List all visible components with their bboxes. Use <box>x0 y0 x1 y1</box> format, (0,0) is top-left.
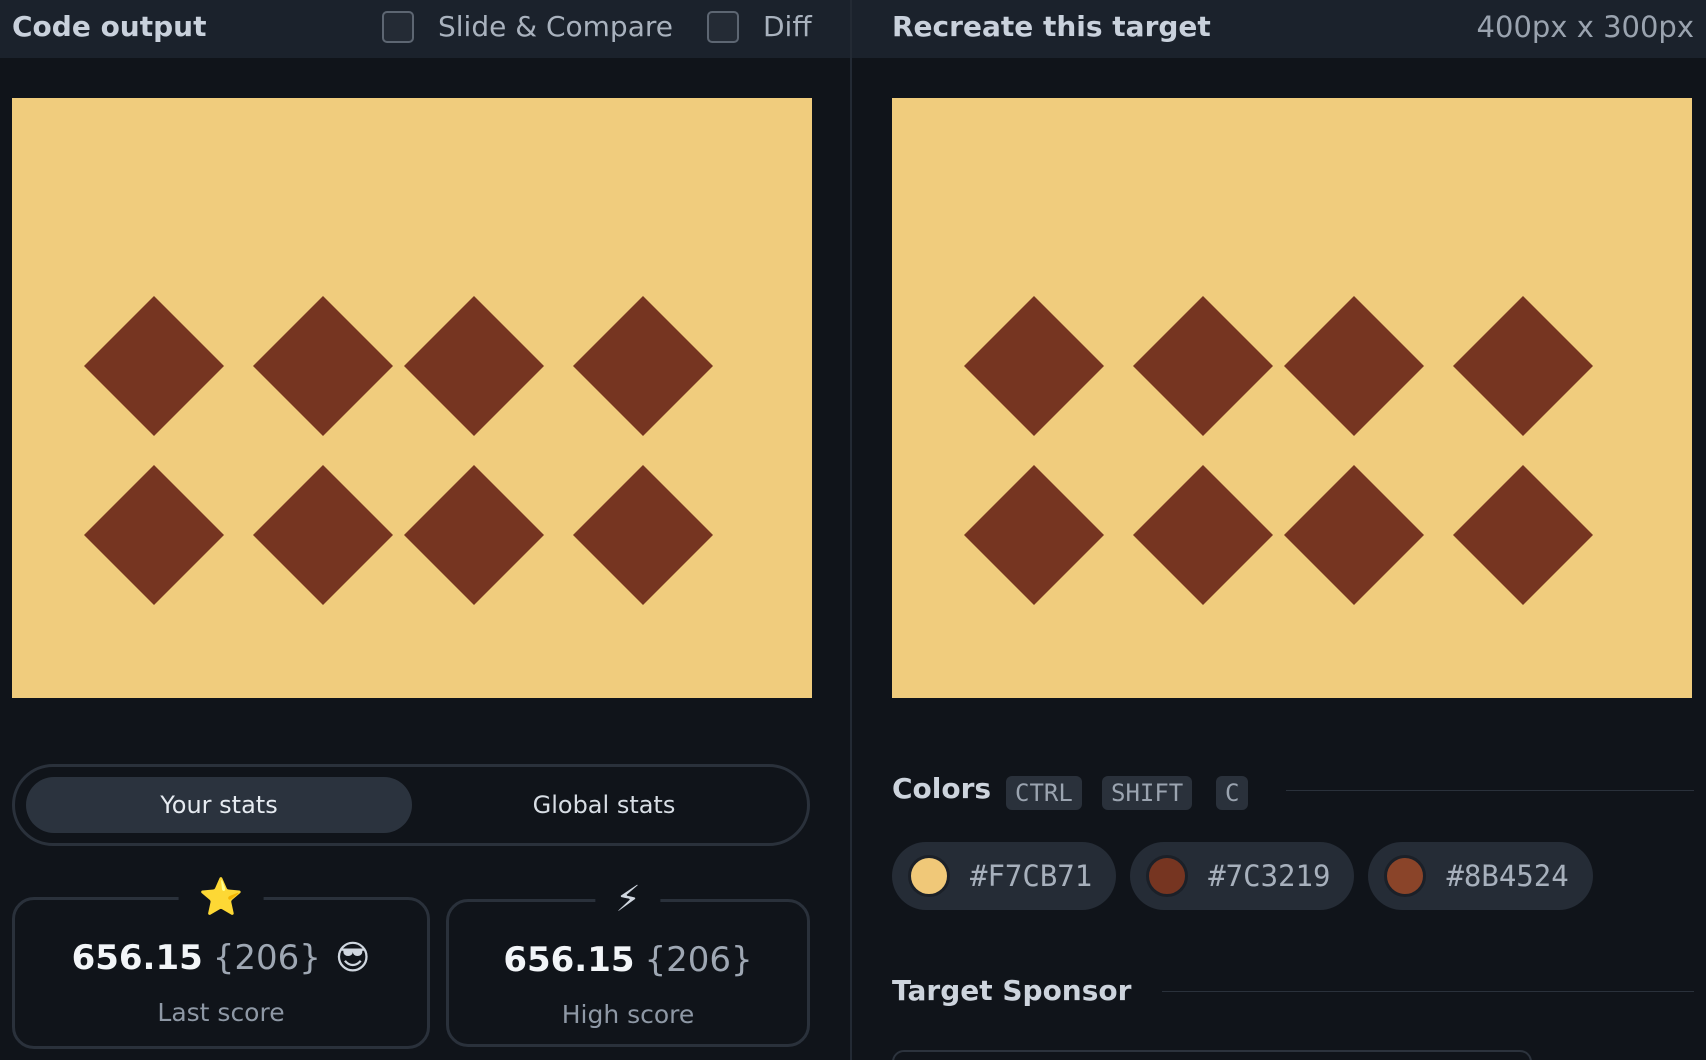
high-score-line: 656.15 {206} <box>449 940 807 980</box>
target-canvas[interactable] <box>892 98 1692 698</box>
tab-global-stats[interactable]: Global stats <box>411 777 797 833</box>
colors-title: Colors <box>892 772 992 805</box>
lightning-icon: ⚡ <box>595 872 661 928</box>
color-swatch[interactable]: #7C3219 <box>1130 842 1355 910</box>
high-score-card: ⚡ 656.15 {206} High score <box>446 872 810 1047</box>
code-output-title: Code output <box>12 10 207 43</box>
last-score-count: {206} <box>212 938 321 978</box>
kbd-shift: SHIFT <box>1102 776 1193 810</box>
diff-label[interactable]: Diff <box>763 10 812 43</box>
color-swatches: #F7CB71 #7C3219 #8B4524 <box>892 842 1593 910</box>
target-dimensions: 400px x 300px <box>1476 10 1694 44</box>
code-output-header: Code output Slide & Compare Diff <box>0 0 850 58</box>
stats-toggle: Your stats Global stats <box>12 764 810 846</box>
tab-your-stats[interactable]: Your stats <box>26 777 412 833</box>
sponsor-card[interactable] <box>892 1050 1532 1060</box>
color-dot <box>1384 855 1427 897</box>
slide-compare-label[interactable]: Slide & Compare <box>438 10 673 43</box>
color-hex[interactable]: #F7CB71 <box>970 859 1092 893</box>
target-header: Recreate this target 400px x 300px <box>852 0 1706 58</box>
code-output-panel: Code output Slide & Compare Diff Your st… <box>0 0 850 1060</box>
kbd-ctrl: CTRL <box>1006 776 1082 810</box>
app-root: Code output Slide & Compare Diff Your st… <box>0 0 1706 1060</box>
high-score-label: High score <box>561 1000 695 1029</box>
output-canvas[interactable] <box>12 98 812 698</box>
color-dot <box>1146 855 1189 897</box>
output-artwork <box>12 98 812 698</box>
last-score-line: 656.15 {206} 😎 <box>15 938 427 978</box>
color-dot <box>908 855 950 897</box>
slide-compare-toggle[interactable]: Slide & Compare <box>382 10 673 43</box>
target-artwork <box>892 98 1692 698</box>
diff-toggle[interactable]: Diff <box>707 10 812 43</box>
slide-compare-checkbox[interactable] <box>382 10 414 43</box>
high-score-count: {206} <box>644 940 753 980</box>
target-sponsor-title: Target Sponsor <box>892 974 1132 1007</box>
sponsor-divider <box>1162 991 1694 992</box>
high-score-value: 656.15 <box>503 940 635 980</box>
kbd-c: C <box>1216 776 1249 810</box>
sunglasses-emoji-icon: 😎 <box>334 938 371 978</box>
target-title: Recreate this target <box>892 10 1211 43</box>
color-hex[interactable]: #8B4524 <box>1446 859 1568 893</box>
color-swatch[interactable]: #F7CB71 <box>892 842 1117 910</box>
diff-checkbox[interactable] <box>707 10 739 43</box>
last-score-card: ⭐ 656.15 {206} 😎 Last score <box>12 870 430 1049</box>
colors-divider <box>1286 790 1694 791</box>
target-panel: Recreate this target 400px x 300px Color… <box>852 0 1706 1060</box>
color-hex[interactable]: #7C3219 <box>1208 859 1330 893</box>
last-score-label: Last score <box>157 998 285 1027</box>
star-icon: ⭐ <box>178 870 264 926</box>
last-score-value: 656.15 <box>71 938 203 978</box>
color-swatch[interactable]: #8B4524 <box>1368 842 1593 910</box>
